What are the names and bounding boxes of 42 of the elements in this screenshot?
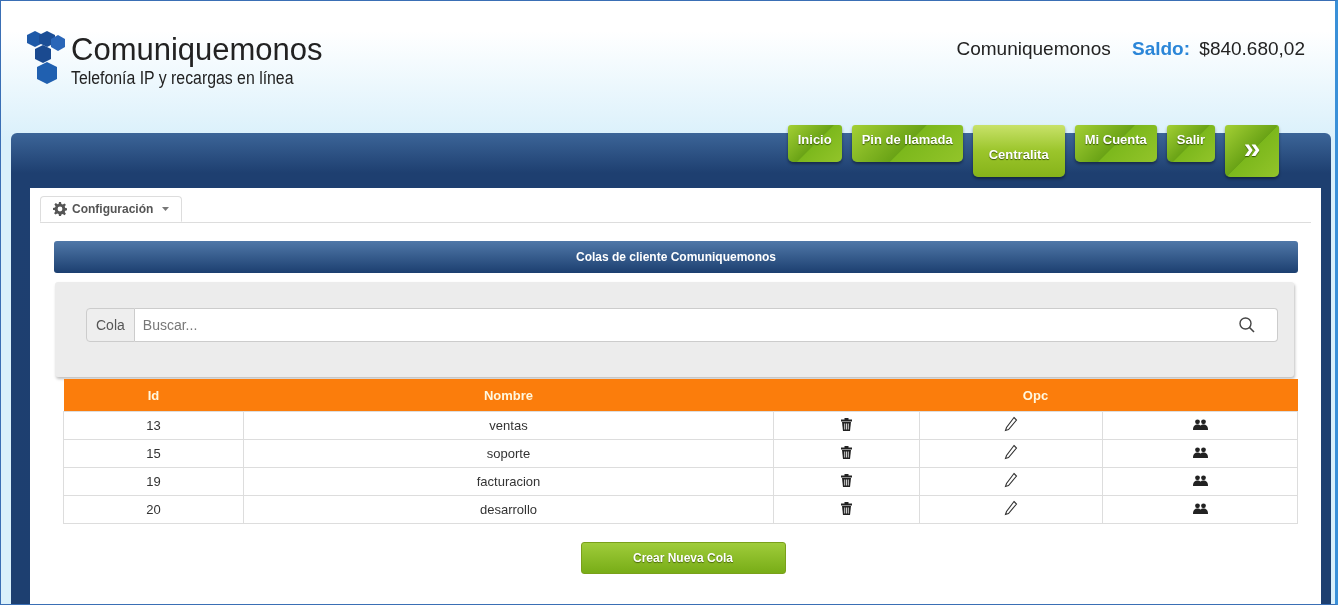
users-icon[interactable] (1192, 419, 1208, 430)
table-cell: ventas (243, 411, 774, 440)
column-header: Id (63, 379, 244, 412)
pencil-icon[interactable] (1004, 472, 1019, 488)
search-field[interactable]: Buscar... (134, 308, 1278, 342)
table-cell: 19 (63, 467, 244, 496)
table-cell: 15 (63, 439, 244, 468)
create-queue-button[interactable]: Crear Nueva Cola (580, 542, 786, 574)
pencil-icon[interactable] (1004, 444, 1019, 460)
pencil-icon[interactable] (1004, 500, 1019, 516)
trash-icon[interactable] (841, 473, 853, 487)
more-nav-button[interactable]: » (1225, 125, 1279, 177)
column-header: Opc (773, 379, 1298, 412)
balance-label: Saldo: (1132, 38, 1191, 59)
user-name: Comuniquemonos (956, 38, 1111, 59)
nav-tab[interactable]: Pin de llamada (851, 125, 963, 162)
users-icon[interactable] (1192, 447, 1208, 458)
users-icon[interactable] (1192, 503, 1208, 514)
table-cell: soporte (243, 439, 774, 468)
table-cell: 13 (63, 411, 244, 440)
nav-tab[interactable]: Mi Cuenta (1074, 125, 1157, 162)
table-cell: facturacion (243, 467, 774, 496)
balance-amount: $840.680,02 (1199, 38, 1305, 59)
panel-title-bar: Colas de cliente Comuniquemonos (54, 241, 1298, 273)
logo-tagline: Telefonía IP y recargas en línea (71, 68, 294, 88)
gear-icon (53, 202, 67, 216)
table-cell: desarrollo (243, 495, 774, 524)
trash-icon[interactable] (841, 501, 853, 515)
nav-tab[interactable]: Salir (1166, 125, 1215, 162)
pencil-icon[interactable] (1004, 416, 1019, 432)
nav-tab[interactable]: Centralita (972, 125, 1065, 177)
caret-icon (162, 207, 170, 211)
users-icon[interactable] (1192, 475, 1208, 486)
nav-tab[interactable]: Inicio (787, 125, 842, 162)
logo-name: Comuniquemonos (71, 32, 324, 68)
search-icon[interactable] (1238, 316, 1256, 334)
configuration-tab[interactable]: Configuración (40, 196, 183, 222)
field-addon-label: Cola (86, 308, 135, 342)
table-cell: 20 (63, 495, 244, 524)
trash-icon[interactable] (841, 417, 853, 431)
trash-icon[interactable] (841, 445, 853, 459)
column-header: Nombre (243, 379, 774, 412)
